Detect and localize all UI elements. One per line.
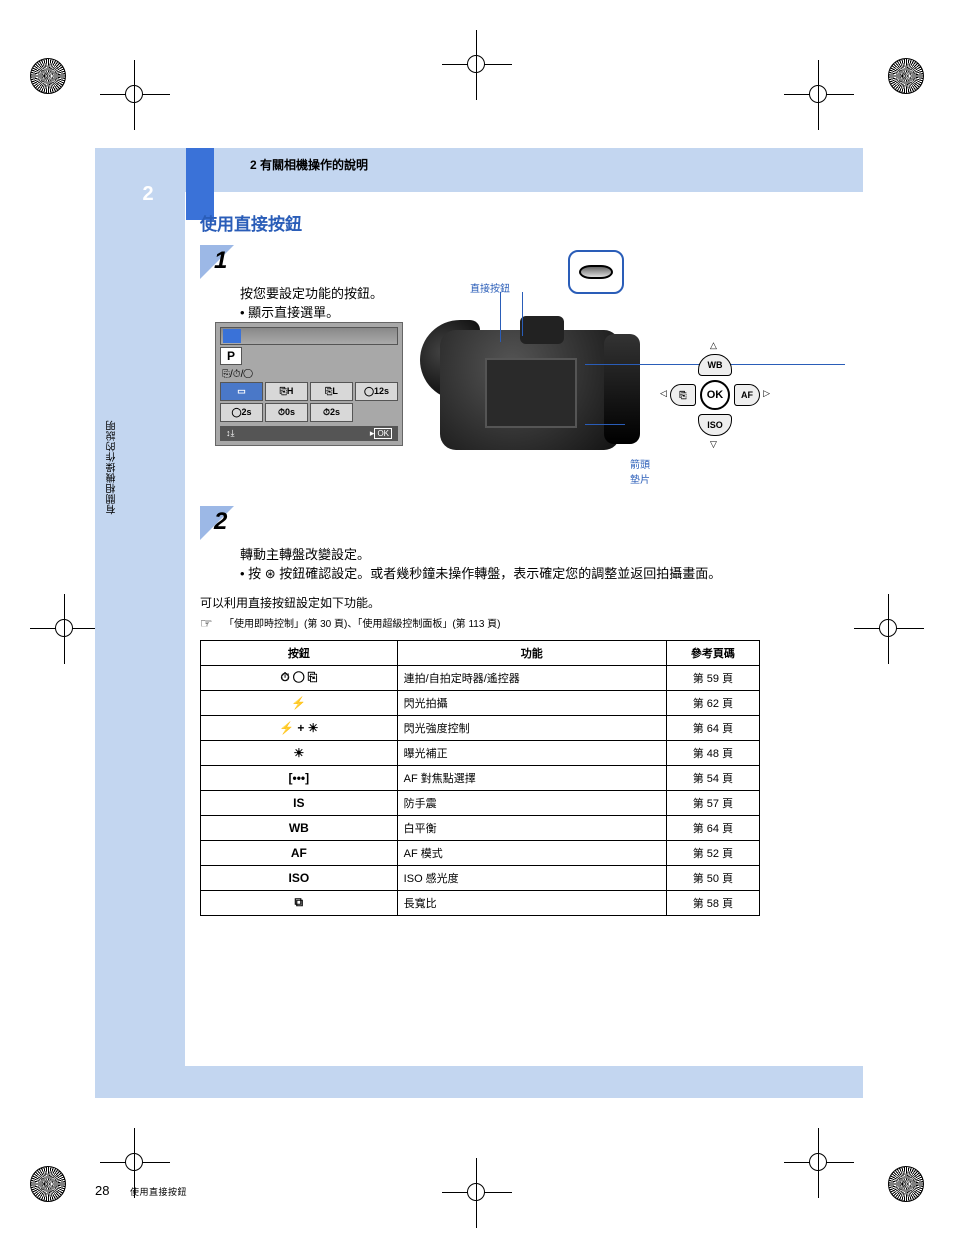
step2-line1: 轉動主轉盤改變設定。	[240, 547, 370, 562]
step-number: 2	[214, 508, 227, 536]
table-row: WB白平衡第 64 頁	[201, 815, 760, 840]
crop-mark	[854, 594, 924, 664]
xref-text: 「使用即時控制」(第 30 頁)、「使用超級控制面板」(第 113 頁)	[224, 619, 501, 630]
page-ref-cell: 第 54 頁	[666, 765, 759, 790]
function-cell: ISO 感光度	[397, 865, 666, 890]
lcd-screen-illustration: P ⎘/⏱/◯ ▭ ⎘H ⎘L ◯12s ◯2s ⏱0s ⏱2s ↕⤓ ▸OK	[215, 322, 403, 446]
lcd-option: ⎘L	[310, 382, 353, 401]
button-icon-cell: ⧉	[201, 890, 398, 915]
main-dial-callout	[568, 250, 624, 294]
dial-icon	[579, 265, 613, 279]
button-icon-cell: IS	[201, 790, 398, 815]
page-ref-cell: 第 64 頁	[666, 715, 759, 740]
table-row: ⚡閃光拍攝第 62 頁	[201, 690, 760, 715]
function-cell: 閃光拍攝	[397, 690, 666, 715]
button-icon-cell: WB	[201, 815, 398, 840]
function-cell: 長寬比	[397, 890, 666, 915]
button-icon-cell: ⚡ + ☀	[201, 715, 398, 740]
step1-line1: 按您要設定功能的按鈕。	[240, 286, 383, 301]
lcd-option: ▭	[220, 382, 263, 401]
page-ref-cell: 第 64 頁	[666, 815, 759, 840]
arrow-pad-illustration: △ ▽ ◁ ▷ WB ISO ⎘ AF OK	[660, 340, 770, 450]
table-row: [•••]AF 對焦點選擇第 54 頁	[201, 765, 760, 790]
callout-direct-buttons: 直接按鈕	[470, 280, 510, 295]
lcd-menu-label: ⎘/⏱/◯	[220, 367, 398, 382]
side-tab-label: 有關相機操作的說明	[105, 420, 120, 515]
lcd-option: ◯2s	[220, 403, 263, 422]
lcd-option: ⏱0s	[265, 403, 308, 422]
function-cell: 白平衡	[397, 815, 666, 840]
table-row: ISOISO 感光度第 50 頁	[201, 865, 760, 890]
lcd-option: ◯12s	[355, 382, 398, 401]
page-ref-cell: 第 48 頁	[666, 740, 759, 765]
page-running-head: 使用直接按鈕	[130, 1187, 187, 1197]
crop-mark	[442, 1158, 512, 1228]
page-number: 28	[95, 1183, 109, 1198]
table-row: ⧉長寬比第 58 頁	[201, 890, 760, 915]
section-title: 使用直接按鈕	[200, 210, 780, 235]
page-ref-cell: 第 58 頁	[666, 890, 759, 915]
function-cell: 閃光強度控制	[397, 715, 666, 740]
button-icon-cell: AF	[201, 840, 398, 865]
arrowpad-left-drive: ⎘	[670, 384, 696, 406]
step1-line2: • 顯示直接選單。	[240, 305, 339, 320]
table-intro-text: 可以利用直接按鈕設定如下功能。	[200, 594, 780, 611]
table-header-page: 參考頁碼	[666, 640, 759, 665]
crop-mark	[784, 60, 854, 130]
table-row: ⚡ + ☀閃光強度控制第 64 頁	[201, 715, 760, 740]
direct-buttons-table: 按鈕 功能 參考頁碼 ⏱ ◯ ⎘連拍/自拍定時器/遙控器第 59 頁⚡閃光拍攝第…	[200, 640, 760, 916]
page-ref-cell: 第 52 頁	[666, 840, 759, 865]
lcd-mode-indicator: P	[220, 347, 242, 365]
table-row: IS防手震第 57 頁	[201, 790, 760, 815]
callout-arrowpad: 箭頭墊片	[630, 456, 650, 486]
lcd-option: ⏱2s	[310, 403, 353, 422]
lcd-ok-indicator: OK	[374, 428, 392, 439]
function-cell: AF 對焦點選擇	[397, 765, 666, 790]
page-ref-cell: 第 59 頁	[666, 665, 759, 690]
pointer-icon: ☞	[200, 615, 213, 632]
button-icon-cell: ⚡	[201, 690, 398, 715]
function-cell: 連拍/自拍定時器/遙控器	[397, 665, 666, 690]
camera-illustration: 直接按鈕 箭頭墊片	[420, 280, 650, 480]
step-flag-1: 1	[200, 245, 236, 279]
table-row: ⏱ ◯ ⎘連拍/自拍定時器/遙控器第 59 頁	[201, 665, 760, 690]
crop-mark	[100, 60, 170, 130]
page-frame-bottom	[95, 1066, 863, 1098]
arrowpad-down-iso: ISO	[698, 414, 732, 436]
page-frame-side	[95, 148, 185, 1098]
function-cell: 曝光補正	[397, 740, 666, 765]
chapter-header: 2 有關相機操作的說明	[250, 156, 368, 173]
table-header-button: 按鈕	[201, 640, 398, 665]
function-cell: 防手震	[397, 790, 666, 815]
button-icon-cell: ☀	[201, 740, 398, 765]
table-row: ☀曝光補正第 48 頁	[201, 740, 760, 765]
page-ref-cell: 第 62 頁	[666, 690, 759, 715]
table-row: AFAF 模式第 52 頁	[201, 840, 760, 865]
arrowpad-up-wb: WB	[698, 354, 732, 376]
crop-mark	[784, 1128, 854, 1198]
step2-text: 轉動主轉盤改變設定。 • 按 ⊛ 按鈕確認設定。或者幾秒鐘未操作轉盤，表示確定您…	[240, 546, 780, 584]
function-cell: AF 模式	[397, 840, 666, 865]
table-header-function: 功能	[397, 640, 666, 665]
lcd-option: ⎘H	[265, 382, 308, 401]
cross-reference: ☞ 「使用即時控制」(第 30 頁)、「使用超級控制面板」(第 113 頁)	[224, 615, 780, 630]
lcd-footer-nav: ↕⤓	[226, 428, 234, 439]
step2-line2: • 按 ⊛ 按鈕確認設定。或者幾秒鐘未操作轉盤，表示確定您的調整並返回拍攝畫面。	[240, 566, 721, 581]
button-icon-cell: ISO	[201, 865, 398, 890]
crop-mark	[442, 30, 512, 100]
button-icon-cell: ⏱ ◯ ⎘	[201, 665, 398, 690]
crop-mark	[30, 594, 100, 664]
arrowpad-ok-button: OK	[700, 380, 730, 410]
button-icon-cell: [•••]	[201, 765, 398, 790]
page-ref-cell: 第 57 頁	[666, 790, 759, 815]
chapter-number: 2	[134, 172, 162, 216]
page-ref-cell: 第 50 頁	[666, 865, 759, 890]
arrowpad-right-af: AF	[734, 384, 760, 406]
step-flag-2: 2	[200, 506, 236, 540]
step-number: 1	[214, 247, 227, 275]
